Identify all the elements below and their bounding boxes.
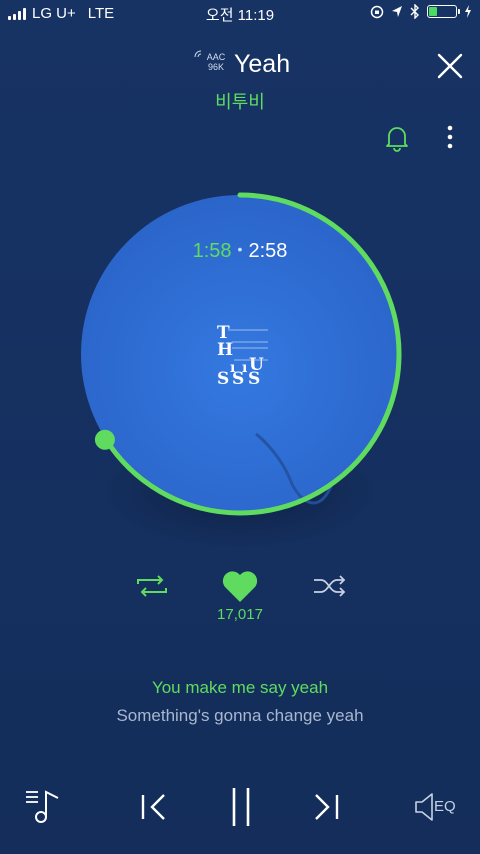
streaming-icon [194, 50, 202, 58]
svg-text:S: S [248, 369, 260, 386]
status-right [370, 4, 472, 19]
quality-badge: AAC 96K [194, 50, 230, 78]
eq-icon [415, 793, 433, 821]
time-separator: • [237, 241, 243, 257]
like-count: 17,017 [217, 606, 263, 623]
total-time: 2:58 [248, 240, 288, 262]
pause-icon[interactable] [226, 786, 256, 828]
previous-icon[interactable] [138, 790, 170, 824]
bluetooth-icon [410, 4, 419, 19]
charging-icon [465, 5, 471, 18]
svg-text:S: S [217, 369, 229, 386]
repeat-icon[interactable] [134, 572, 170, 600]
battery-icon [427, 5, 460, 18]
battery-fill [429, 7, 437, 16]
song-title: Yeah [234, 50, 291, 78]
eq-button[interactable]: EQ [414, 790, 464, 824]
orientation-lock-icon [370, 5, 384, 18]
close-icon[interactable] [434, 50, 466, 82]
album-logo: T H ı ı U S S S [217, 323, 268, 386]
svg-text:H: H [217, 340, 233, 360]
location-icon [392, 6, 402, 17]
lyric-current[interactable]: You make me say yeah [0, 678, 480, 698]
time-display: 1:58 • 2:58 [0, 240, 480, 263]
lyric-next[interactable]: Something's gonna change yeah [0, 706, 480, 726]
status-bar: LG U+ LTE 오전 11:19 [0, 0, 480, 28]
more-icon[interactable] [440, 124, 460, 152]
progress-knob [94, 429, 115, 450]
artist-name[interactable]: 비투비 [0, 88, 480, 114]
svg-text:S: S [232, 369, 244, 386]
eq-label: EQ [434, 798, 456, 815]
next-icon[interactable] [310, 790, 342, 824]
shuffle-icon[interactable] [312, 572, 348, 600]
bell-icon[interactable] [384, 124, 410, 152]
player-screen: LG U+ LTE 오전 11:19 AAC 96K Yeah 비투비 1:58… [0, 0, 480, 854]
playlist-icon[interactable] [24, 786, 66, 826]
heart-icon[interactable] [221, 568, 259, 604]
quality-bitrate: 96K [207, 62, 224, 72]
current-time: 1:58 [192, 240, 232, 262]
